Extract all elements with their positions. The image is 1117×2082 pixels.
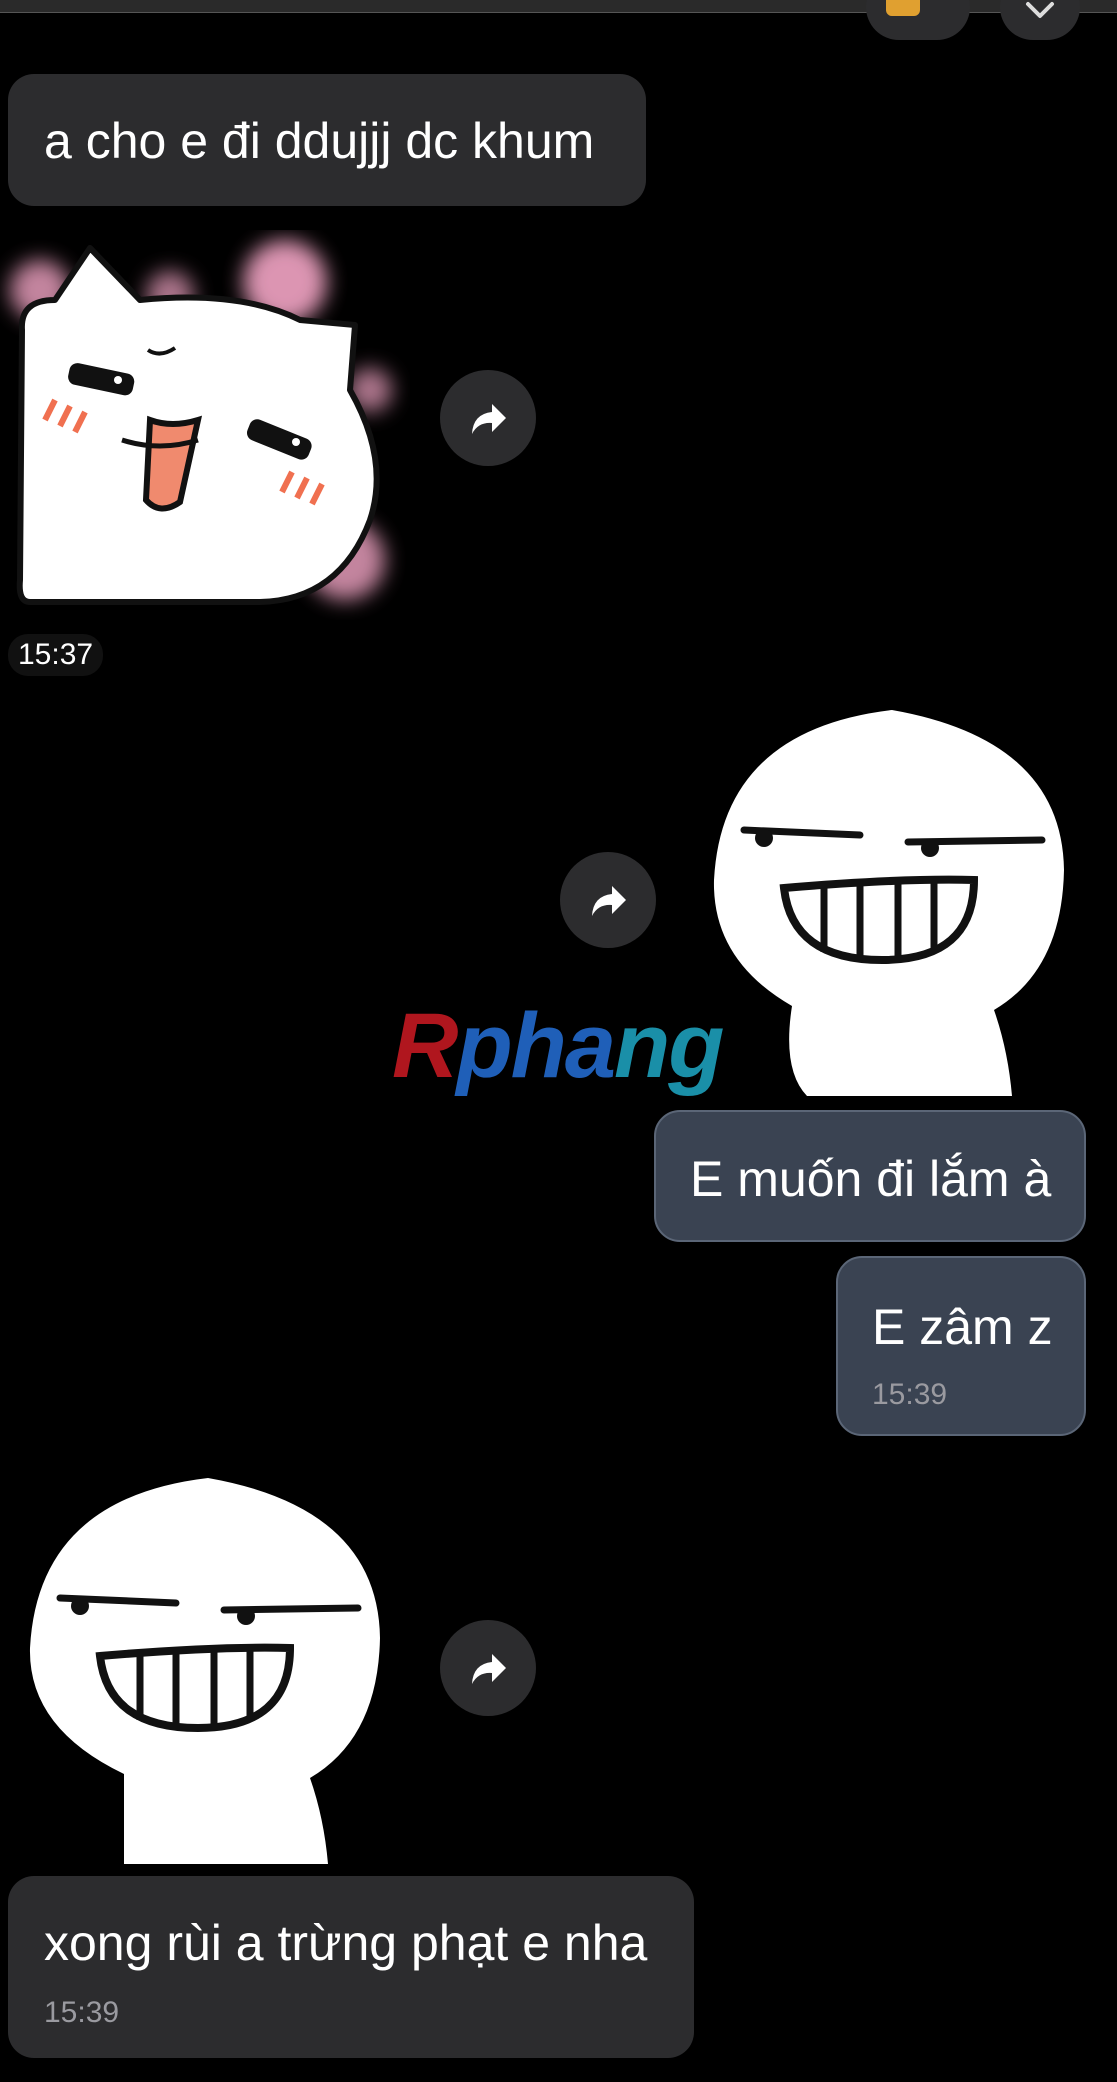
chevron-down-icon — [1026, 2, 1054, 18]
happy-cat-sticker[interactable] — [0, 230, 410, 620]
forward-button[interactable] — [440, 1620, 536, 1716]
message-text: xong rùi a trừng phạt e nha — [44, 1915, 648, 1971]
share-forward-icon — [592, 886, 626, 916]
message-timestamp: 15:37 — [8, 634, 104, 676]
scroll-down-button[interactable] — [1000, 0, 1080, 40]
message-timestamp: 15:39 — [44, 1996, 120, 2029]
message-text: E muốn đi lắm à — [690, 1151, 1052, 1207]
message-bubble-incoming[interactable]: a cho e đi ddujjj dc khum — [8, 74, 646, 206]
share-forward-icon — [472, 404, 506, 434]
message-text: E zâm z — [872, 1299, 1053, 1355]
forward-button[interactable] — [560, 852, 656, 948]
smirk-grin-sticker[interactable] — [712, 710, 1072, 1096]
watermark-logo: Rphang — [392, 995, 724, 1097]
message-bubble-outgoing[interactable]: E muốn đi lắm à — [654, 1110, 1086, 1242]
message-bubble-incoming[interactable]: xong rùi a trừng phạt e nha 15:39 — [8, 1876, 694, 2058]
reaction-emoji-icon — [886, 0, 920, 16]
forward-button[interactable] — [440, 370, 536, 466]
smirk-grin-sticker[interactable] — [28, 1478, 388, 1864]
reaction-button[interactable] — [866, 0, 970, 40]
message-text: a cho e đi ddujjj dc khum — [44, 113, 595, 169]
share-forward-icon — [472, 1654, 506, 1684]
message-timestamp: 15:39 — [872, 1378, 948, 1411]
message-bubble-outgoing[interactable]: E zâm z 15:39 — [836, 1256, 1086, 1436]
